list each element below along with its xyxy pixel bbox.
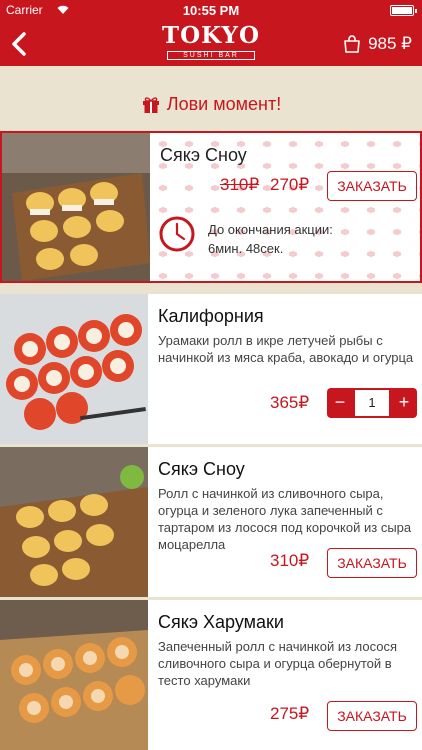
promo-product-name: Сякэ Сноу (160, 145, 247, 165)
sake-snow-photo (2, 133, 150, 281)
promo-card[interactable]: Сякэ Сноу (0, 131, 422, 283)
sake-snow-roll-photo (0, 447, 148, 597)
product-description: Урамаки ролл в икре летучей рыбы с начин… (158, 333, 414, 365)
promo-old-price: 310₽ (220, 175, 260, 194)
order-button[interactable]: ЗАКАЗАТЬ (327, 548, 417, 578)
status-time: 10:55 PM (182, 3, 240, 18)
product-price: 310₽ (270, 551, 310, 570)
back-arrow-icon[interactable] (6, 28, 34, 60)
timer-clock-icon (159, 216, 195, 252)
quantity-value: 1 (355, 390, 389, 416)
product-description: Запеченный ролл с начинкой из лосося сли… (158, 639, 398, 688)
status-bar: Carrier 10:55 PM (0, 0, 422, 20)
product-row-california[interactable]: Калифорния Урамаки ролл в икре летучей р… (0, 294, 422, 444)
product-name: Сякэ Харумаки (158, 612, 284, 632)
product-row-sake-snow[interactable]: Сякэ Сноу Ролл с начинкой из сливочного … (0, 447, 422, 597)
quantity-stepper: − 1 + (327, 388, 417, 418)
product-name: Сякэ Сноу (158, 459, 245, 479)
gift-icon (142, 97, 159, 113)
timer-value: 6мин. 48сек. (208, 241, 284, 256)
brand-logo: TOKYO SUSHI BAR (155, 22, 267, 66)
sake-harumaki-roll-photo (0, 600, 148, 750)
product-description: Ролл с начинкой из сливочного сыра, огур… (158, 486, 412, 552)
promo-heading: Лови момент! (0, 84, 422, 124)
shopping-bag-icon (344, 35, 360, 53)
promo-heading-label: Лови момент! (166, 93, 282, 114)
order-button[interactable]: ЗАКАЗАТЬ (327, 701, 417, 731)
logo-subtitle: SUSHI BAR (167, 51, 255, 60)
product-price: 275₽ (270, 704, 310, 723)
app-header: Carrier 10:55 PM TOKYO SUSHI BAR 985 ₽ (0, 0, 422, 66)
timer-label: До окончания акции: (208, 222, 333, 237)
decrease-quantity-button[interactable]: − (327, 388, 353, 418)
promo-new-price: 270₽ (270, 175, 310, 194)
increase-quantity-button[interactable]: + (391, 388, 417, 418)
battery-icon (390, 5, 417, 16)
logo-title: TOKYO (162, 22, 260, 49)
cart-total: 985 ₽ (368, 34, 412, 53)
product-name: Калифорния (158, 306, 264, 326)
cart-button[interactable]: 985 ₽ (342, 30, 412, 58)
california-roll-photo (0, 294, 148, 444)
product-price: 365₽ (270, 393, 310, 412)
product-row-sake-harumaki[interactable]: Сякэ Харумаки Запеченный ролл с начинкой… (0, 600, 422, 750)
promo-order-button[interactable]: ЗАКАЗАТЬ (327, 171, 417, 201)
